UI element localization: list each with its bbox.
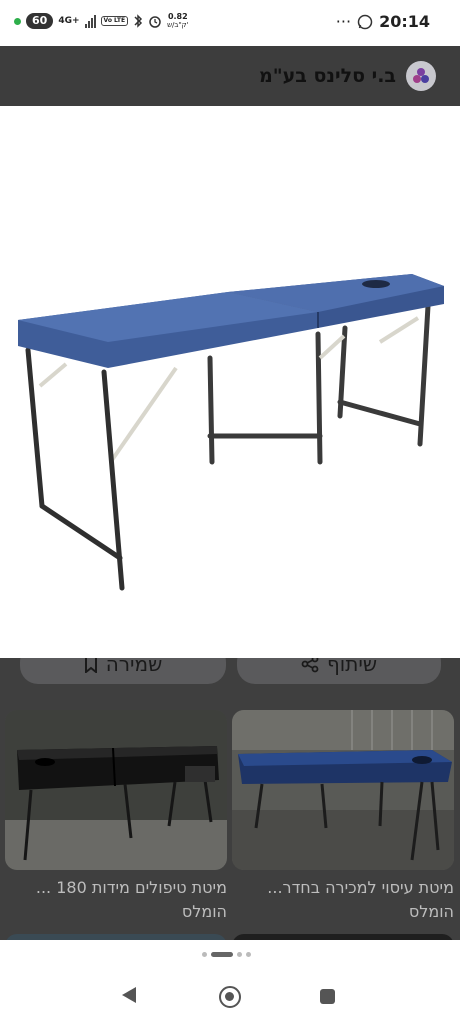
site-name[interactable]: ב.י סלינס בע"מ <box>259 65 396 87</box>
page-dot <box>202 952 207 957</box>
massage-table-image <box>232 710 454 870</box>
related-result-caption[interactable]: מיטת עיסוי למכירה בחדר... הומלס <box>232 876 454 924</box>
page-indicator <box>202 952 251 957</box>
page-dot <box>246 952 251 957</box>
overlay-bottom: שמירה שיתוף מיטת עיסוי למכירה בחדר... הו… <box>0 658 460 940</box>
data-speed: 0.82 ק"ב/ש' <box>167 12 189 30</box>
more-indicator: ··· <box>335 12 352 31</box>
share-icon <box>301 658 319 673</box>
back-icon[interactable] <box>122 987 136 1003</box>
related-result-thumbnail[interactable] <box>232 710 454 870</box>
main-image[interactable] <box>0 106 460 658</box>
related-result-thumbnail[interactable] <box>5 710 227 870</box>
save-label: שמירה <box>105 658 163 676</box>
status-bar: 60 4G+ Vo LTE 0.82 ק"ב/ש' ··· 20:14 <box>0 0 460 46</box>
source-header[interactable]: ב.י סלינס בע"מ <box>0 46 460 106</box>
battery-indicator: 60 <box>26 13 54 29</box>
active-indicator-icon <box>14 17 21 25</box>
massage-table-image <box>18 274 444 591</box>
status-right: ··· 20:14 <box>336 12 430 31</box>
system-nav-bar <box>0 940 460 1024</box>
alarm-icon <box>149 16 161 28</box>
status-left: 60 4G+ Vo LTE 0.82 ק"ב/ש' <box>14 13 189 29</box>
volte-badge: Vo LTE <box>100 16 129 26</box>
bookmark-icon <box>84 658 97 673</box>
home-icon[interactable] <box>219 986 241 1008</box>
page-dot-active <box>211 952 233 957</box>
share-label: שיתוף <box>326 658 378 676</box>
save-button[interactable]: שמירה <box>20 658 226 684</box>
network-type: 4G+ <box>58 15 80 26</box>
whatsapp-icon <box>357 14 373 29</box>
massage-table-image <box>5 710 227 870</box>
recents-icon[interactable] <box>320 989 335 1004</box>
related-result-caption[interactable]: מיטת טיפולים מידות 180 ... הומלס <box>5 876 227 924</box>
share-button[interactable]: שיתוף <box>237 658 441 684</box>
bluetooth-icon <box>134 14 143 28</box>
page-dot <box>237 952 242 957</box>
site-logo-icon[interactable] <box>406 61 436 91</box>
clock: 20:14 <box>379 12 430 31</box>
signal-icon <box>84 14 96 28</box>
